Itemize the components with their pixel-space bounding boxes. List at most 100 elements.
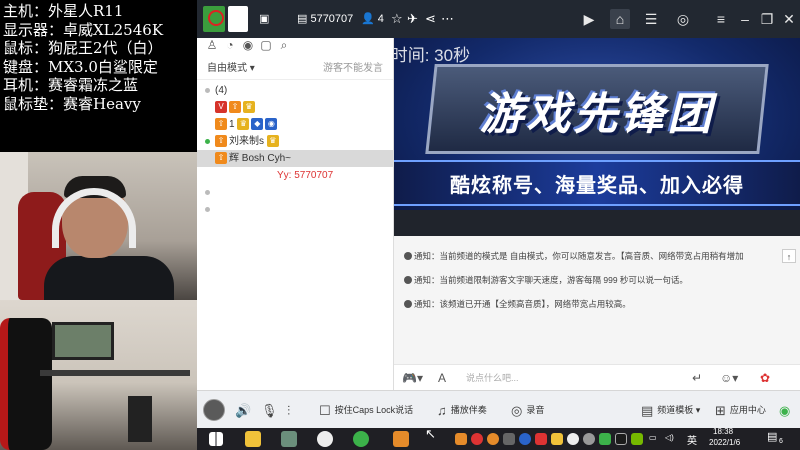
tree-row-subchannel[interactable] (197, 184, 393, 201)
chat-icon[interactable]: ▢ (257, 38, 275, 52)
channel-logo[interactable] (203, 6, 225, 32)
notice-message: 通知：当前频道的模式是 自由模式，你可以随意发言。【高音质、网络带宽占用稍有增加… (394, 244, 800, 268)
network-icon[interactable]: ▭ (649, 433, 657, 442)
channel-tree: (4) V ⇧ ♛ ⇧ 1 ♛ ◆ ◉ ⇧ 刘来制s ♛ ⇧ 辉 Bosh Cyh~ Yy: … (197, 80, 393, 218)
ime-indicator[interactable]: 英 (687, 432, 697, 447)
info-icon (404, 276, 412, 284)
tree-row-user[interactable]: ⇧ 1 ♛ ◆ ◉ (197, 116, 393, 133)
tray-icon[interactable] (583, 433, 595, 445)
channel-avatar[interactable] (228, 6, 248, 32)
template-icon: ▤ (641, 402, 654, 418)
app-icon[interactable] (281, 431, 297, 447)
list-icon[interactable]: ☰ (641, 9, 661, 29)
top-bar: ▣ ▤ 5770707 👤 4 ☆ ✈ ⋖ ⋯ ▶ ⌂ ☰ ◎ ≡ – ❐ ✕ (197, 0, 800, 38)
app-center-button[interactable]: ⊞ 应用中心 (715, 391, 766, 429)
share-icon[interactable]: ⋖ (425, 0, 436, 38)
nvidia-icon[interactable] (631, 433, 643, 445)
app-icon[interactable] (393, 431, 409, 447)
scroll-up-icon[interactable]: ↑ (782, 249, 796, 263)
badge-icon: ◆ (251, 118, 264, 131)
tree-row-subchannel[interactable] (197, 201, 393, 218)
rank-icon: ⇧ (215, 152, 227, 165)
star-icon[interactable]: ☆ (391, 0, 403, 38)
home-icon[interactable]: ⌂ (610, 9, 630, 29)
gamepad-icon[interactable]: ◎ (673, 9, 693, 29)
record-button[interactable]: ◎ 录音 (511, 391, 544, 429)
toggle-icon[interactable]: ◉ (779, 391, 794, 429)
volume-icon[interactable]: ◁) (665, 433, 674, 442)
font-icon[interactable]: A (438, 370, 446, 386)
tree-row-user[interactable]: V ⇧ ♛ (197, 99, 393, 116)
video-icon[interactable]: ▶ (579, 9, 599, 29)
panel-toolbar: ♙ ◔ ◉ ▢ ⌕ (197, 38, 393, 58)
vip-icon: V (215, 101, 227, 114)
record-icon: ◎ (511, 402, 523, 418)
online-count: 👤 4 (361, 13, 384, 25)
close-icon[interactable]: ✕ (779, 9, 799, 29)
tray-icon[interactable] (503, 433, 515, 445)
tree-row-user[interactable]: ⇧ 刘来制s ♛ (197, 133, 393, 150)
message-area: 通知：当前频道的模式是 自由模式，你可以随意发言。【高音质、网络带宽占用稍有增加… (394, 236, 800, 364)
search-icon[interactable]: ⌕ (275, 38, 293, 53)
music-icon: ♫ (437, 402, 447, 418)
crown-icon: ♛ (266, 135, 279, 148)
info-icon (404, 252, 412, 260)
user-icon[interactable]: ♙ (203, 38, 221, 52)
checkbox-icon: ☐ (319, 402, 331, 418)
tray-icon[interactable] (599, 433, 611, 445)
tray-icon[interactable] (519, 433, 531, 445)
spec-line: 键盘：MX3.0白鲨限定 (3, 57, 158, 76)
notification-icon[interactable]: ▤ (767, 430, 777, 443)
windows-taskbar: ↖ ▭ ◁) 英 18:38 2022/1/6 ▤ 6 (197, 426, 800, 450)
menu-icon[interactable]: ≡ (711, 9, 731, 29)
streamer-specs-overlay: 主机：外星人R11 显示器：卓威XL2546K 鼠标：狗屁王2代（白） 键盘：M… (0, 0, 197, 152)
avatar[interactable] (203, 399, 225, 421)
notification-count: 6 (779, 438, 783, 445)
wechat-icon[interactable] (353, 431, 369, 447)
plane-icon[interactable]: ✈ (407, 0, 418, 38)
grid-icon: ⊞ (715, 402, 726, 418)
minimize-icon[interactable]: – (735, 9, 755, 29)
obs-icon[interactable] (317, 431, 333, 447)
notice-message: 通知：该频道已开通【全频高音质】，网络带宽占用较高。 (394, 292, 800, 316)
banner-slogan: 酷炫称号、海量奖品、加入必得 (450, 173, 744, 197)
clock-time[interactable]: 18:38 (713, 427, 733, 436)
badge-icon: ◉ (265, 118, 278, 131)
notice-message: 通知：当前频道限制游客文字聊天速度，游客每隔 999 秒可以说一句话。 (394, 268, 800, 292)
tray-icon[interactable] (567, 433, 579, 445)
channel-badge-icon: ▣ (259, 13, 270, 25)
restore-icon[interactable]: ❐ (757, 9, 777, 29)
channel-template-button[interactable]: ▤ 频道模板 ▾ (641, 391, 700, 429)
equalizer-icon[interactable]: ⫶ (287, 391, 294, 429)
id-card-icon: ▤ (297, 13, 311, 25)
chat-input[interactable] (466, 370, 666, 386)
emoji-icon[interactable]: ☺▾ (720, 370, 738, 386)
gamepad-icon[interactable]: 🎮▾ (402, 370, 423, 386)
channel-banner: 游戏先锋团 酷炫称号、海量奖品、加入必得 你好 剩余发言时间: 30秒 (394, 38, 800, 236)
tray-icon[interactable] (535, 433, 547, 445)
tray-icon[interactable] (455, 433, 467, 445)
spec-line: 鼠标：狗屁王2代（白） (3, 39, 163, 57)
speaker-icon[interactable]: 🔊 (235, 391, 255, 429)
accompany-button[interactable]: ♫ 播放伴奏 (437, 391, 487, 429)
tray-icon[interactable] (471, 433, 483, 445)
tray-icon[interactable] (615, 433, 627, 445)
caps-talk-button[interactable]: ☐ 按住Caps Lock说话 (319, 391, 413, 429)
clock-date[interactable]: 2022/1/6 (709, 438, 740, 447)
windows-start-icon[interactable] (209, 432, 223, 446)
more-icon[interactable]: ⋯ (441, 0, 454, 38)
tray-icon[interactable] (487, 433, 499, 445)
flower-icon[interactable]: ✿ (760, 370, 770, 386)
headset-icon[interactable]: ◔ (221, 38, 239, 52)
tree-row-user-selected[interactable]: ⇧ 辉 Bosh Cyh~ (197, 150, 393, 167)
location-icon[interactable]: ◉ (239, 38, 257, 52)
mode-selector[interactable]: 自由模式 ▾ 游客不能发言 (197, 58, 393, 80)
chat-input-bar: 🎮▾ A ↵ ☺▾ ✿ (394, 364, 800, 390)
tree-row-root[interactable]: (4) (197, 82, 393, 99)
info-icon (404, 300, 412, 308)
app-icon[interactable] (245, 431, 261, 447)
spec-line: 显示器：卓威XL2546K (3, 20, 164, 39)
tray-icon[interactable] (551, 433, 563, 445)
enter-icon[interactable]: ↵ (692, 370, 702, 386)
mic-icon[interactable]: 🎙 (261, 391, 282, 429)
